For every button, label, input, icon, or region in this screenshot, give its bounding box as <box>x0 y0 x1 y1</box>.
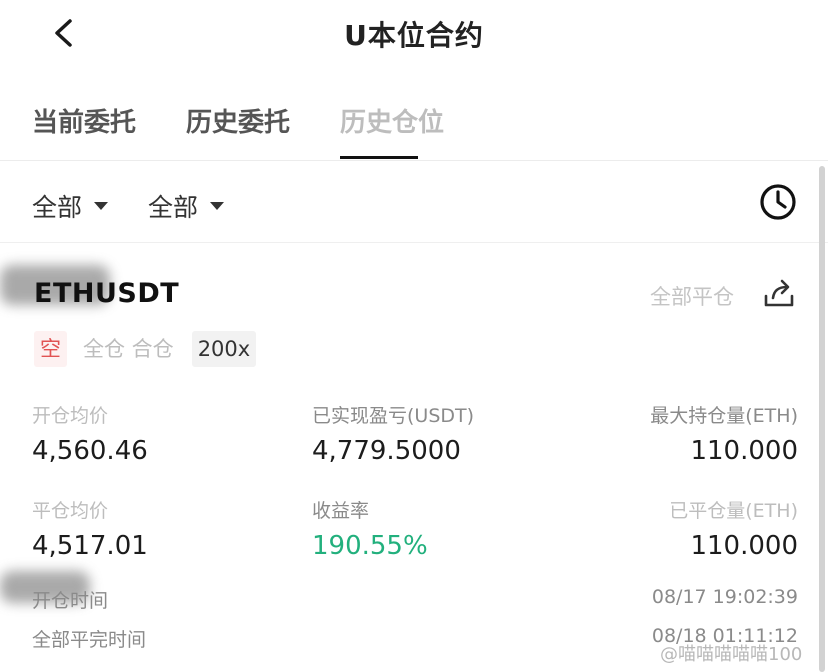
filter-dropdown-1[interactable]: 全部 <box>32 188 109 224</box>
trading-pair: ETHUSDT <box>34 278 180 309</box>
filter-dropdown-1-label: 全部 <box>32 193 83 222</box>
watermark: @喵喵喵喵喵100 <box>660 644 803 665</box>
position-tags: 空 全仓 合仓 200x <box>34 331 266 367</box>
max-position-label: 最大持仓量(ETH) <box>650 405 798 427</box>
roi-label: 收益率 <box>312 500 370 522</box>
page-title: U本位合约 <box>344 19 484 52</box>
divider <box>0 160 828 161</box>
close-all-button[interactable]: 全部平仓 <box>650 281 734 311</box>
history-clock-button[interactable] <box>759 183 797 221</box>
open-time-label: 开仓时间 <box>32 590 109 612</box>
closed-qty-value: 110.000 <box>690 531 798 561</box>
max-position-value: 110.000 <box>690 436 798 466</box>
filter-bar: 全部 全部 <box>0 162 828 242</box>
margin-mode-tag: 全仓 合仓 <box>83 337 174 361</box>
caret-down-icon <box>94 202 109 210</box>
closed-qty-label: 已平仓量(ETH) <box>669 500 798 522</box>
scrollbar[interactable] <box>819 166 825 672</box>
close-price-value: 4,517.01 <box>32 531 148 561</box>
open-time-value: 08/17 19:02:39 <box>651 586 798 608</box>
roi-value: 190.55% <box>312 531 428 561</box>
close-time-label: 全部平完时间 <box>32 629 147 651</box>
tab-order-history[interactable]: 历史委托 <box>186 102 290 139</box>
open-price-value: 4,560.46 <box>32 436 148 466</box>
tab-bar: 当前委托 历史委托 历史仓位 <box>0 88 828 160</box>
filter-dropdown-2-label: 全部 <box>148 193 199 222</box>
clock-icon <box>760 184 796 220</box>
share-icon <box>764 279 794 307</box>
active-tab-indicator <box>340 156 418 159</box>
top-bar: U本位合约 <box>0 0 828 72</box>
realized-pnl-value: 4,779.5000 <box>312 436 461 466</box>
share-button[interactable] <box>762 276 796 310</box>
leverage-tag: 200x <box>191 331 257 367</box>
caret-down-icon <box>210 202 225 210</box>
realized-pnl-label: 已实现盈亏(USDT) <box>312 405 475 427</box>
tab-position-history[interactable]: 历史仓位 <box>340 102 444 139</box>
position-card: ETHUSDT 全部平仓 空 全仓 合仓 200x 开仓均价 4,560.46 … <box>0 243 816 672</box>
side-tag: 空 <box>34 331 67 367</box>
close-price-label: 平仓均价 <box>32 500 109 522</box>
filter-dropdown-2[interactable]: 全部 <box>148 188 225 224</box>
tab-current-orders[interactable]: 当前委托 <box>32 102 136 139</box>
open-price-label: 开仓均价 <box>32 405 109 427</box>
